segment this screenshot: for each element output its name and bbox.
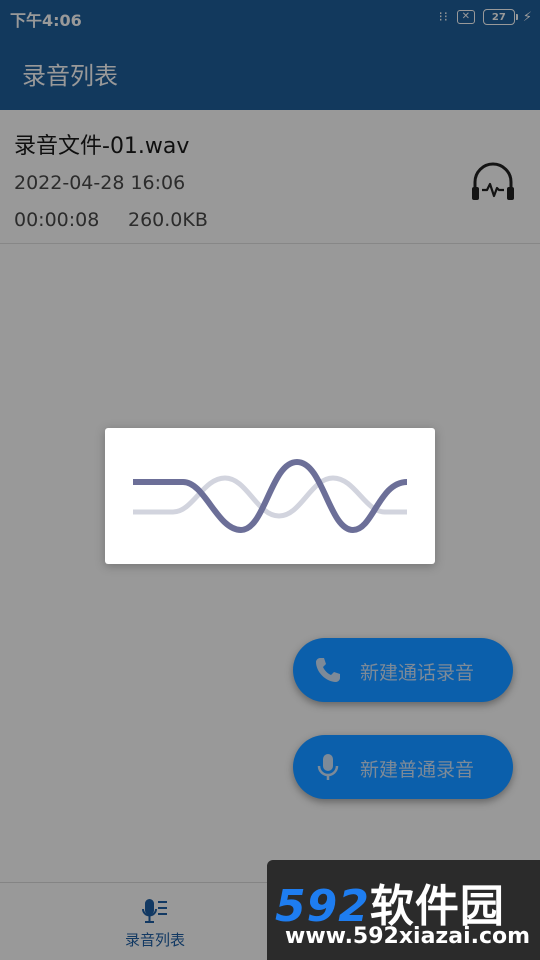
phone-icon [316, 658, 340, 682]
watermark-url: www.592xiazai.com [285, 924, 531, 949]
new-normal-recording-label: 新建普通录音 [360, 759, 475, 781]
waveform-loading-icon [133, 458, 407, 534]
new-normal-recording-button[interactable]: 新建普通录音 [293, 735, 513, 799]
new-call-recording-button[interactable]: 新建通话录音 [293, 638, 513, 702]
watermark: 592软件园 www.592xiazai.com [267, 860, 540, 960]
new-call-recording-label: 新建通话录音 [360, 662, 475, 684]
microphone-icon [317, 754, 339, 780]
loading-dialog [105, 428, 435, 564]
